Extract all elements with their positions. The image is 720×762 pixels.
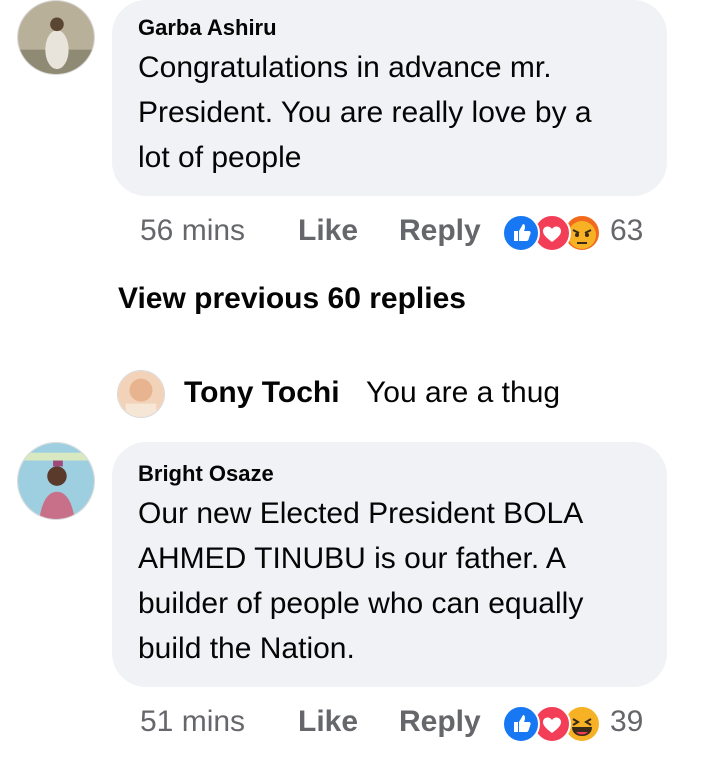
comment-text: Our new Elected President BOLA AHMED TIN… — [138, 491, 583, 671]
reply-author[interactable]: Tony Tochi — [184, 376, 340, 410]
like-icon — [502, 705, 540, 743]
comment-author[interactable]: Garba Ashiru — [138, 15, 277, 41]
comment-bubble-1: Garba Ashiru Congratulations in advance … — [112, 0, 667, 196]
comment-line: build the Nation. — [138, 632, 355, 665]
like-icon — [502, 214, 540, 252]
like-button[interactable]: Like — [298, 705, 358, 739]
reaction-count[interactable]: 63 — [610, 214, 643, 248]
avatar-tony-tochi[interactable] — [117, 370, 165, 418]
reply-button[interactable]: Reply — [399, 705, 481, 739]
comment-bubble-2: Bright Osaze Our new Elected President B… — [112, 442, 667, 687]
reply-button[interactable]: Reply — [399, 214, 481, 248]
comment-timestamp[interactable]: 56 mins — [140, 214, 245, 248]
comment-timestamp[interactable]: 51 mins — [140, 705, 245, 739]
avatar-garba-ashiru[interactable] — [17, 0, 95, 75]
avatar-image — [18, 1, 94, 74]
reaction-count[interactable]: 39 — [610, 705, 643, 739]
like-button[interactable]: Like — [298, 214, 358, 248]
avatar-bright-osaze[interactable] — [17, 442, 95, 520]
avatar-image — [18, 443, 94, 519]
view-previous-replies-link[interactable]: View previous 60 replies — [118, 282, 466, 316]
comment-line: AHMED TINUBU is our father. A — [138, 542, 566, 575]
comment-line: Our new Elected President BOLA — [138, 497, 584, 530]
comment-line: Congratulations in advance mr. — [138, 51, 552, 84]
comment-line: President. You are really love by a — [138, 96, 592, 129]
comment-text: Congratulations in advance mr. President… — [138, 45, 592, 180]
comment-line: lot of people — [138, 141, 302, 174]
comment-line: builder of people who can equally — [138, 587, 584, 620]
comment-author[interactable]: Bright Osaze — [138, 461, 274, 487]
avatar-image — [118, 371, 164, 417]
reply-text: You are a thug — [366, 376, 561, 409]
